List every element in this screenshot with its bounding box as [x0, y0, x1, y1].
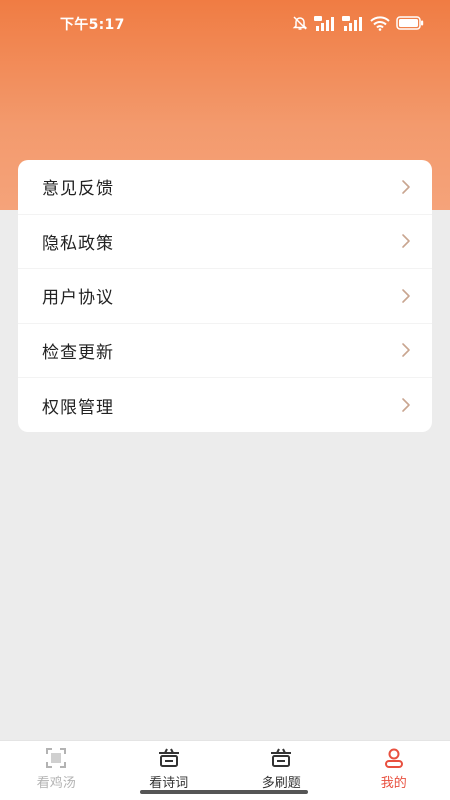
chevron-right-icon	[402, 398, 410, 413]
scan-frame-icon	[46, 748, 67, 768]
menu-item-permissions[interactable]: 权限管理	[18, 378, 432, 432]
menu-item-feedback[interactable]: 意见反馈	[18, 160, 432, 215]
chevron-right-icon	[402, 234, 410, 249]
wifi-icon	[370, 16, 390, 31]
hd-signal-icon	[342, 16, 362, 31]
hd-signal-icon	[314, 16, 334, 31]
tab-label: 我的	[380, 776, 407, 791]
pot-icon	[158, 748, 179, 767]
battery-icon	[396, 16, 424, 30]
chevron-right-icon	[402, 288, 410, 303]
tab-label: 多刷题	[261, 776, 301, 791]
mute-bell-icon	[292, 16, 308, 30]
tab-label: 看鸡汤	[36, 776, 76, 791]
menu-item-check-update[interactable]: 检查更新	[18, 324, 432, 378]
status-bar: 下午5:17	[0, 0, 450, 46]
tab-label: 看诗词	[149, 776, 189, 791]
menu-item-label: 隐私政策	[42, 233, 114, 254]
chevron-right-icon	[402, 179, 410, 194]
user-icon	[384, 748, 403, 768]
tab-quotes[interactable]: 看鸡汤	[0, 741, 113, 800]
status-time: 下午5:17	[60, 17, 125, 33]
home-indicator[interactable]	[140, 790, 308, 794]
pot-icon	[271, 748, 292, 767]
menu-item-user-agreement[interactable]: 用户协议	[18, 269, 432, 324]
menu-item-label: 检查更新	[42, 342, 114, 363]
menu-item-privacy-policy[interactable]: 隐私政策	[18, 215, 432, 269]
tab-mine[interactable]: 我的	[338, 741, 450, 800]
status-icons	[292, 14, 424, 32]
chevron-right-icon	[402, 343, 410, 358]
menu-item-label: 权限管理	[42, 397, 114, 418]
settings-menu-card: 意见反馈 隐私政策 用户协议 检查更新 权限管理	[18, 160, 432, 432]
menu-item-label: 用户协议	[42, 288, 114, 309]
menu-item-label: 意见反馈	[42, 179, 114, 200]
